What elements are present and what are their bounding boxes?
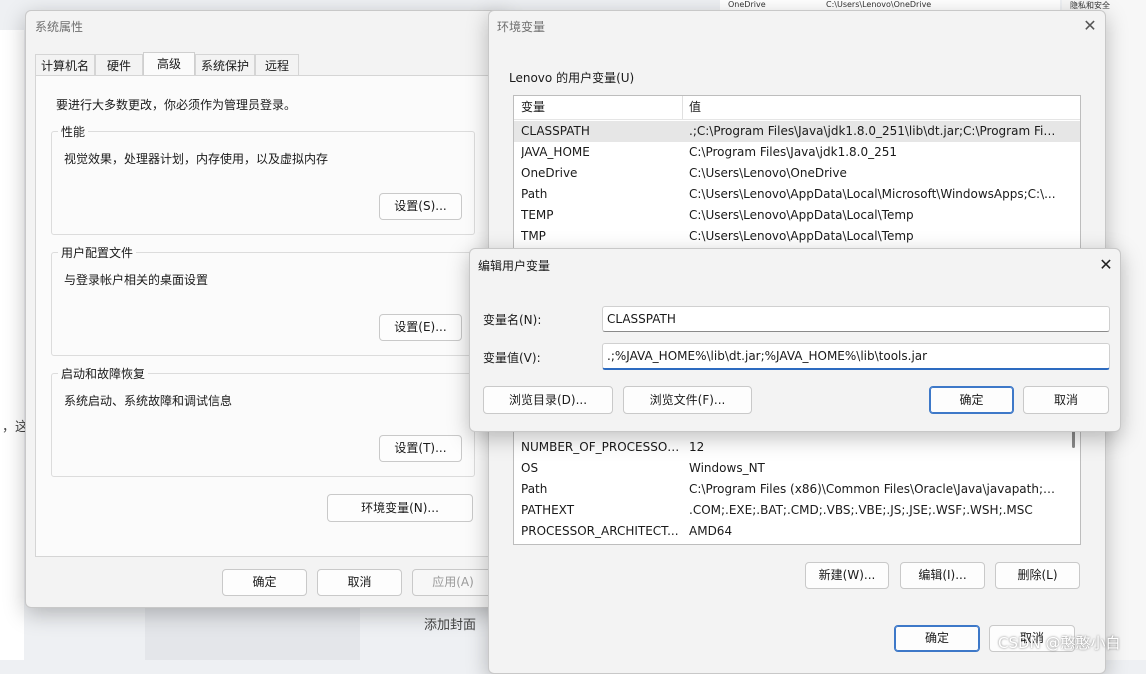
column-header-variable[interactable]: 变量 bbox=[521, 96, 681, 119]
variable-name: JAVA_HOME bbox=[521, 145, 590, 159]
variable-name: TMP bbox=[521, 229, 546, 243]
column-header-value[interactable]: 值 bbox=[689, 96, 1057, 119]
apply-button: 应用(A) bbox=[412, 569, 494, 596]
table-row[interactable]: NUMBER_OF_PROCESSORS 12 bbox=[514, 437, 1080, 458]
bg-panel bbox=[145, 606, 360, 660]
variable-value: C:\Users\Lenovo\OneDrive bbox=[689, 166, 847, 180]
tab-remote[interactable]: 远程 bbox=[255, 54, 299, 76]
table-row[interactable]: PATHEXT .COM;.EXE;.BAT;.CMD;.VBS;.VBE;.J… bbox=[514, 500, 1080, 521]
variable-value: C:\Program Files (x86)\Common Files\Orac… bbox=[689, 482, 1057, 496]
tab-system-protection[interactable]: 系统保护 bbox=[195, 54, 255, 76]
performance-label: 性能 bbox=[58, 123, 89, 140]
close-icon[interactable]: ✕ bbox=[1082, 18, 1098, 34]
tab-advanced[interactable]: 高级 bbox=[143, 52, 195, 76]
variable-value: 12 bbox=[689, 440, 705, 454]
performance-group: 性能 视觉效果，处理器计划，内存使用，以及虚拟内存 设置(S)... bbox=[51, 123, 475, 235]
bg-add-cover[interactable]: 添加封面 bbox=[424, 614, 476, 633]
variable-value: .;C:\Program Files\Java\jdk1.8.0_251\lib… bbox=[689, 124, 1057, 138]
variable-value: AMD64 bbox=[689, 524, 733, 538]
browse-directory-button[interactable]: 浏览目录(D)... bbox=[483, 386, 613, 414]
table-row[interactable]: Path C:\Program Files (x86)\Common Files… bbox=[514, 479, 1080, 500]
variable-name: PROCESSOR_ARCHITECT... bbox=[521, 524, 679, 538]
edit-button[interactable]: 编辑(I)... bbox=[900, 562, 985, 589]
watermark: CSDN @憨憨小白 bbox=[998, 634, 1121, 652]
user-profiles-settings-button[interactable]: 设置(E)... bbox=[379, 314, 462, 341]
user-variables-list: 变量 值 CLASSPATH .;C:\Program Files\Java\j… bbox=[513, 95, 1081, 255]
cancel-button[interactable]: 取消 bbox=[317, 569, 402, 596]
startup-recovery-label: 启动和故障恢复 bbox=[58, 365, 149, 382]
delete-button[interactable]: 删除(L) bbox=[995, 562, 1080, 589]
variable-name: OneDrive bbox=[521, 166, 578, 180]
variable-value: C:\Users\Lenovo\AppData\Local\Microsoft\… bbox=[689, 187, 1056, 201]
tab-hardware[interactable]: 硬件 bbox=[95, 54, 143, 76]
system-properties-window: 系统属性 计算机名 硬件 高级 系统保护 远程 要进行大多数更改，你必须作为管理… bbox=[25, 10, 505, 608]
startup-recovery-group: 启动和故障恢复 系统启动、系统故障和调试信息 设置(T)... bbox=[51, 365, 475, 477]
tab-computer-name[interactable]: 计算机名 bbox=[35, 54, 95, 76]
table-row[interactable]: OneDrive C:\Users\Lenovo\OneDrive bbox=[514, 163, 1080, 184]
variable-value-label: 变量值(V): bbox=[483, 351, 541, 365]
variable-value: C:\Users\Lenovo\AppData\Local\Temp bbox=[689, 208, 914, 222]
variable-name: Path bbox=[521, 482, 548, 496]
tab-panel: 要进行大多数更改，你必须作为管理员登录。 性能 视觉效果，处理器计划，内存使用，… bbox=[35, 75, 493, 557]
variable-name: NUMBER_OF_PROCESSORS bbox=[521, 440, 681, 454]
table-row[interactable]: JAVA_HOME C:\Program Files\Java\jdk1.8.0… bbox=[514, 142, 1080, 163]
window-title: 系统属性 bbox=[35, 20, 84, 34]
table-row[interactable]: Path C:\Users\Lenovo\AppData\Local\Micro… bbox=[514, 184, 1080, 205]
performance-settings-button[interactable]: 设置(S)... bbox=[379, 193, 462, 220]
performance-desc: 视觉效果，处理器计划，内存使用，以及虚拟内存 bbox=[64, 152, 329, 166]
background-doc-area bbox=[0, 30, 24, 660]
user-variables-label: Lenovo 的用户变量(U) bbox=[509, 71, 635, 85]
ok-button[interactable]: 确定 bbox=[894, 625, 980, 652]
variable-name-label: 变量名(N): bbox=[483, 313, 542, 327]
variable-name-field[interactable]: CLASSPATH bbox=[602, 306, 1110, 332]
ok-button[interactable]: 确定 bbox=[222, 569, 307, 596]
tab-strip: 计算机名 硬件 高级 系统保护 远程 bbox=[35, 52, 485, 76]
table-row[interactable]: TMP C:\Users\Lenovo\AppData\Local\Temp bbox=[514, 226, 1080, 247]
variable-name: TEMP bbox=[521, 208, 554, 222]
bg-onedrive-name: OneDrive bbox=[728, 0, 766, 9]
cancel-button[interactable]: 取消 bbox=[1023, 386, 1109, 414]
dialog-title: 编辑用户变量 bbox=[478, 259, 551, 273]
user-profiles-desc: 与登录帐户相关的桌面设置 bbox=[64, 273, 209, 287]
column-divider bbox=[682, 96, 683, 119]
list-header: 变量 值 bbox=[514, 96, 1080, 120]
variable-name: CLASSPATH bbox=[521, 124, 590, 138]
table-row[interactable]: TEMP C:\Users\Lenovo\AppData\Local\Temp bbox=[514, 205, 1080, 226]
variable-name: OS bbox=[521, 461, 539, 475]
variable-name: PATHEXT bbox=[521, 503, 575, 517]
table-row[interactable]: CLASSPATH .;C:\Program Files\Java\jdk1.8… bbox=[514, 121, 1080, 142]
system-variables-list: NUMBER_OF_PROCESSORS 12 OS Windows_NT Pa… bbox=[513, 423, 1081, 545]
bg-onedrive-path: C:\Users\Lenovo\OneDrive bbox=[826, 0, 932, 9]
window-title: 环境变量 bbox=[497, 20, 546, 34]
new-button[interactable]: 新建(W)... bbox=[805, 562, 889, 589]
variable-value: C:\Program Files\Java\jdk1.8.0_251 bbox=[689, 145, 898, 159]
user-profiles-group: 用户配置文件 与登录帐户相关的桌面设置 设置(E)... bbox=[51, 244, 475, 356]
table-row[interactable]: OS Windows_NT bbox=[514, 458, 1080, 479]
ok-button[interactable]: 确定 bbox=[929, 386, 1014, 414]
table-row[interactable]: PROCESSOR_ARCHITECT... AMD64 bbox=[514, 521, 1080, 542]
startup-recovery-desc: 系统启动、系统故障和调试信息 bbox=[64, 394, 233, 408]
environment-variables-button[interactable]: 环境变量(N)... bbox=[327, 494, 473, 522]
variable-value: C:\Users\Lenovo\AppData\Local\Temp bbox=[689, 229, 914, 243]
edit-user-variable-dialog: 编辑用户变量 ✕ 变量名(N): CLASSPATH 变量值(V): .;%JA… bbox=[469, 248, 1121, 432]
variable-value-field[interactable]: .;%JAVA_HOME%\lib\dt.jar;%JAVA_HOME%\lib… bbox=[602, 343, 1110, 370]
browse-file-button[interactable]: 浏览文件(F)... bbox=[623, 386, 752, 414]
user-profiles-label: 用户配置文件 bbox=[58, 244, 137, 261]
variable-value: .COM;.EXE;.BAT;.CMD;.VBS;.VBE;.JS;.JSE;.… bbox=[689, 503, 1033, 517]
variable-value: Windows_NT bbox=[689, 461, 765, 475]
variable-name: Path bbox=[521, 187, 548, 201]
admin-note: 要进行大多数更改，你必须作为管理员登录。 bbox=[56, 98, 297, 112]
close-icon[interactable]: ✕ bbox=[1098, 257, 1114, 273]
startup-recovery-settings-button[interactable]: 设置(T)... bbox=[379, 435, 462, 462]
